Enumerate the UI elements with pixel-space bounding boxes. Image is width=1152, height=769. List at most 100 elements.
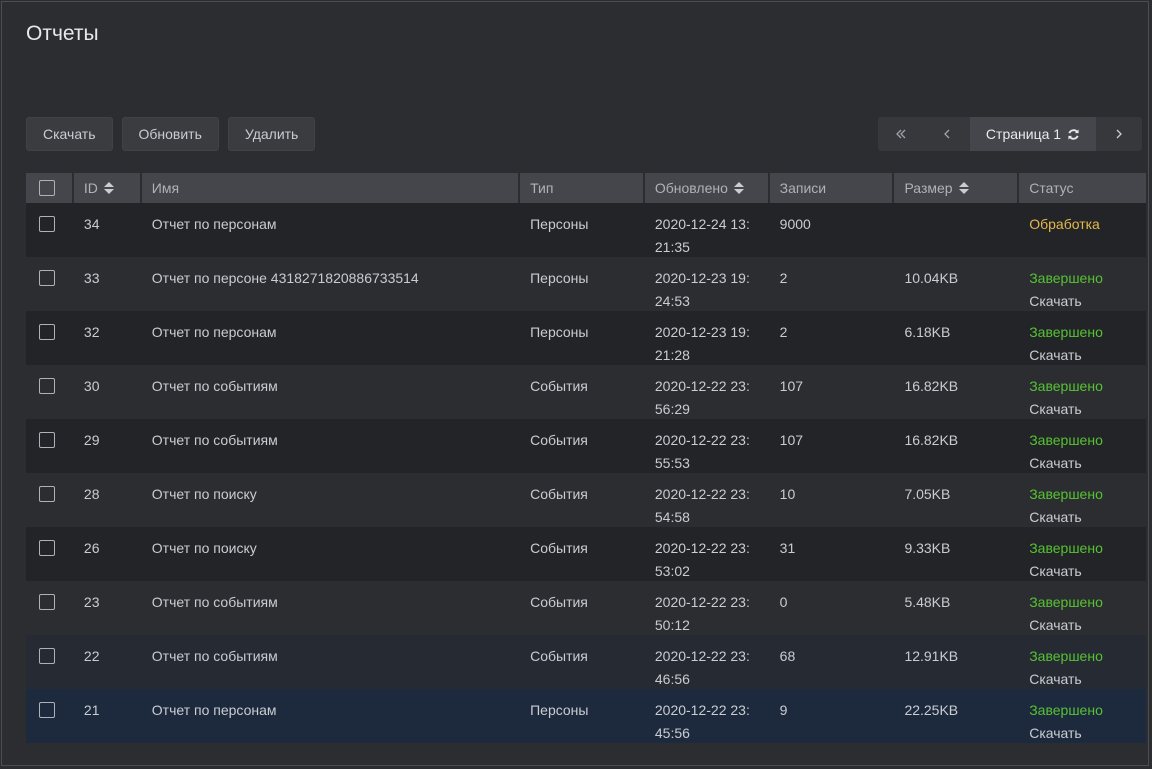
cell-updated-time: 55:53 [654,455,690,471]
cell-name: Отчет по событиям [151,648,278,664]
row-download-link[interactable]: Скачать [1029,722,1146,745]
row-select-cell [26,311,72,365]
cell-id: 30 [83,378,100,394]
table-row[interactable]: 30 Отчет по событиям События 2020-12-22 … [26,365,1146,419]
row-checkbox[interactable] [39,648,55,664]
row-checkbox[interactable] [39,486,55,502]
cell-size: 5.48KB [904,594,951,610]
row-checkbox[interactable] [39,270,55,286]
cell-updated: 2020-12-23 19: 21:28 [645,311,768,365]
cell-updated-time: 50:12 [654,617,690,633]
status-badge: Обработка [1029,216,1100,232]
cell-updated-date: 2020-12-22 23: [654,540,750,556]
page-title: Отчеты [26,22,99,45]
header-status-label: Статус [1029,180,1074,196]
cell-records: 2 [779,324,788,340]
row-checkbox[interactable] [39,324,55,340]
header-size[interactable]: Размер [894,173,1018,203]
row-select-cell [26,527,72,581]
cell-name: Отчет по персонам [151,216,277,232]
sort-icon [958,182,969,194]
row-select-cell [26,473,72,527]
cell-size: 12.91KB [904,648,959,664]
cell-id: 34 [83,216,100,232]
table-row[interactable]: 29 Отчет по событиям События 2020-12-22 … [26,419,1146,473]
header-updated[interactable]: Обновлено [644,173,768,203]
row-download-link[interactable]: Скачать [1029,452,1146,475]
cell-records: 107 [779,432,804,448]
table-row[interactable]: 22 Отчет по событиям События 2020-12-22 … [26,635,1146,689]
cell-name: Отчет по персоне 4318271820886733514 [151,270,419,286]
row-checkbox[interactable] [39,216,55,232]
first-page-button[interactable] [878,117,924,151]
cell-records: 107 [779,378,804,394]
header-name-label: Имя [151,180,180,196]
cell-updated: 2020-12-22 23: 56:29 [645,365,768,419]
row-download-link[interactable]: Скачать [1029,614,1146,637]
select-all-checkbox[interactable] [39,180,55,196]
cell-size: 9.33KB [904,540,951,556]
table-row[interactable]: 23 Отчет по событиям События 2020-12-22 … [26,581,1146,635]
row-download-link[interactable]: Скачать [1029,668,1146,691]
row-download-link[interactable]: Скачать [1029,344,1146,367]
table-row[interactable]: 21 Отчет по персонам Персоны 2020-12-22 … [26,689,1146,743]
cell-updated-date: 2020-12-23 19: [654,324,750,340]
row-download-link[interactable]: Скачать [1029,398,1146,421]
header-id[interactable]: ID [73,173,140,203]
header-id-label: ID [83,180,98,196]
table-row[interactable]: 32 Отчет по персонам Персоны 2020-12-23 … [26,311,1146,365]
chevron-right-icon [1116,129,1122,139]
status-badge: Завершено [1029,540,1103,556]
table-row[interactable]: 33 Отчет по персоне 4318271820886733514 … [26,257,1146,311]
table-row[interactable]: 34 Отчет по персонам Персоны 2020-12-24 … [26,203,1146,257]
cell-type: События [530,594,588,610]
row-select-cell [26,635,72,689]
cell-records: 2 [779,270,788,286]
chevron-left-icon [944,129,950,139]
cell-status: Завершено Скачать [1019,689,1146,743]
row-checkbox[interactable] [39,540,55,556]
cell-updated-date: 2020-12-22 23: [654,432,750,448]
cell-updated-time: 54:58 [654,509,690,525]
cell-id: 26 [83,540,100,556]
table-row[interactable]: 28 Отчет по поиску События 2020-12-22 23… [26,473,1146,527]
row-download-link[interactable]: Скачать [1029,290,1146,313]
header-updated-label: Обновлено [654,180,728,196]
cell-updated: 2020-12-22 23: 45:56 [645,689,768,743]
cell-updated-date: 2020-12-24 13: [654,216,750,232]
current-page-button[interactable]: Страница 1 [970,117,1096,151]
prev-page-button[interactable] [924,117,970,151]
cell-updated-time: 21:28 [654,347,690,363]
cell-type: Персоны [530,270,589,286]
status-badge: Завершено [1029,486,1103,502]
cell-status: Обработка [1019,203,1146,257]
row-select-cell [26,365,72,419]
cell-size: 7.05KB [904,486,951,502]
next-page-button[interactable] [1096,117,1142,151]
cell-updated-time: 53:02 [654,563,690,579]
cell-type: События [530,648,588,664]
row-checkbox[interactable] [39,378,55,394]
row-download-link[interactable]: Скачать [1029,506,1146,529]
row-select-cell [26,419,72,473]
current-page-label: Страница 1 [985,126,1062,142]
cell-updated-date: 2020-12-22 23: [654,594,750,610]
cell-status: Завершено Скачать [1019,581,1146,635]
table-header: ID Имя Тип Обновлено Записи Размер Стату… [26,173,1146,203]
table-row[interactable]: 26 Отчет по поиску События 2020-12-22 23… [26,527,1146,581]
row-checkbox[interactable] [39,594,55,610]
sort-icon [733,182,744,194]
header-select-cell [26,173,72,203]
toolbar: Скачать Обновить Удалить [26,117,316,151]
cell-updated-time: 24:53 [654,293,690,309]
cell-updated: 2020-12-22 23: 53:02 [645,527,768,581]
cell-updated-date: 2020-12-22 23: [654,486,750,502]
cell-status: Завершено Скачать [1019,257,1146,311]
delete-button[interactable]: Удалить [227,117,316,151]
row-download-link[interactable]: Скачать [1029,560,1146,583]
refresh-button[interactable]: Обновить [121,117,219,151]
row-checkbox[interactable] [39,702,55,718]
row-checkbox[interactable] [39,432,55,448]
cell-name: Отчет по поиску [151,540,257,556]
download-button[interactable]: Скачать [26,117,113,151]
